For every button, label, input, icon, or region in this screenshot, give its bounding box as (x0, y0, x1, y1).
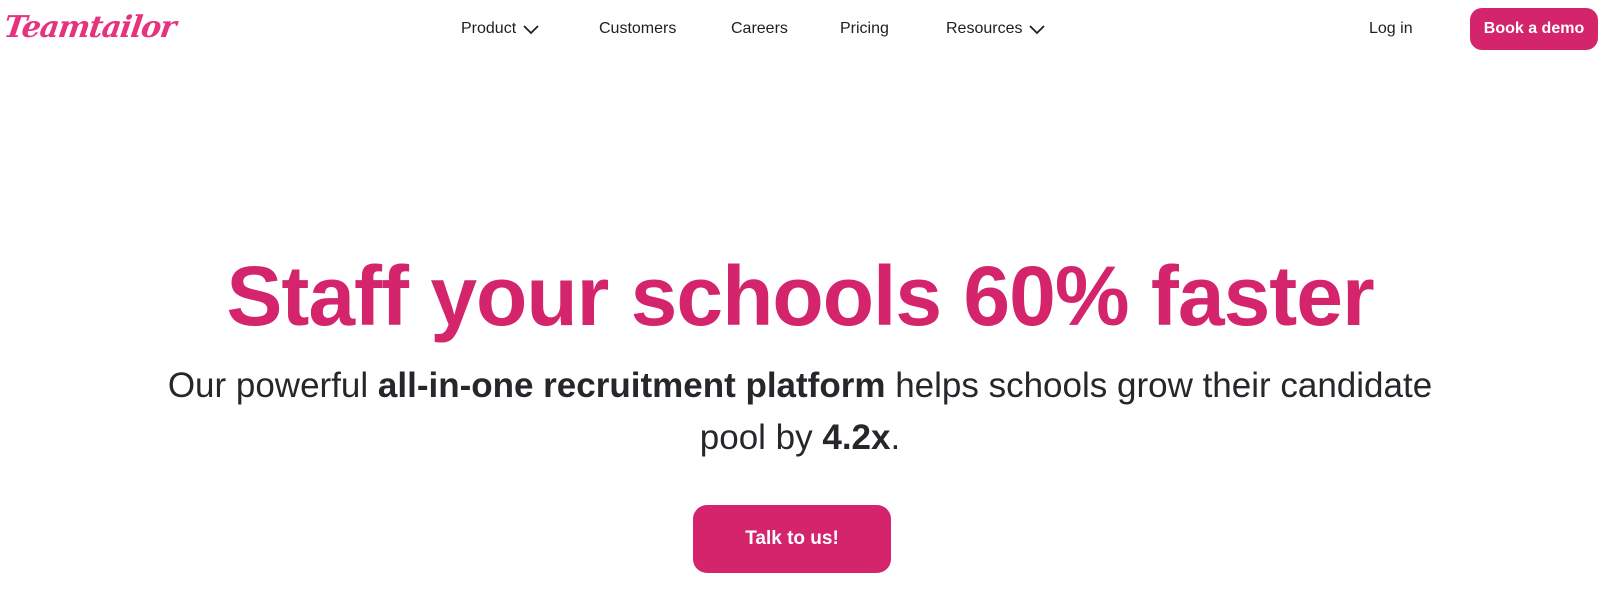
nav-item-customers[interactable]: Customers (599, 18, 676, 40)
subtitle-highlight: 4.2x (822, 418, 891, 457)
nav-item-label: Resources (946, 20, 1023, 37)
book-demo-button[interactable]: Book a demo (1470, 8, 1598, 50)
nav-item-label: Customers (599, 20, 677, 37)
hero-title: Staff your schools 60% faster (226, 249, 1374, 343)
talk-to-us-button[interactable]: Talk to us! (693, 505, 891, 573)
subtitle-text: . (890, 418, 901, 457)
nav-item-product[interactable]: Product (461, 18, 540, 40)
login-link[interactable]: Log in (1369, 18, 1413, 40)
nav-item-label: Careers (731, 20, 788, 37)
chevron-down-icon (1028, 23, 1046, 35)
site-header: Teamtailor Product Customers Careers Pri… (0, 0, 1600, 58)
subtitle-highlight: all-in-one recruitment platform (377, 366, 886, 405)
nav-item-resources[interactable]: Resources (946, 18, 1046, 40)
chevron-down-icon (522, 23, 540, 35)
nav-item-label: Product (461, 20, 517, 37)
teamtailor-logo[interactable]: Teamtailor (1, 8, 178, 48)
hero-subtitle: Our powerful all-in-one recruitment plat… (130, 360, 1470, 464)
nav-item-pricing[interactable]: Pricing (840, 18, 889, 40)
nav-item-label: Pricing (840, 20, 889, 37)
nav-item-careers[interactable]: Careers (731, 18, 788, 40)
subtitle-text: Our powerful (167, 366, 378, 405)
